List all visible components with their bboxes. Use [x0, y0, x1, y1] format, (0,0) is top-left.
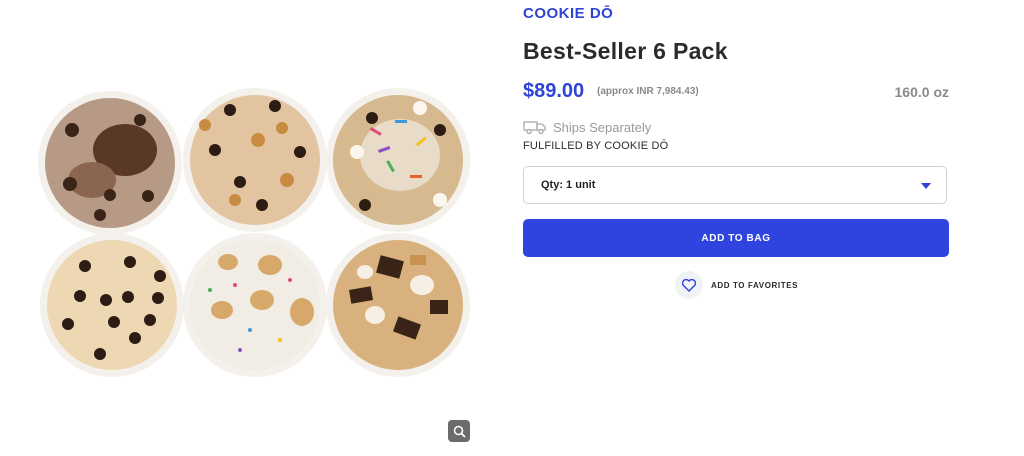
product-weight: 160.0 oz: [894, 84, 949, 100]
tub-animal-crackers: [183, 233, 327, 377]
price: $89.00: [523, 80, 585, 102]
product-image-six-tubs: [38, 88, 470, 377]
product-title: Best-Seller 6 Pack: [523, 38, 728, 64]
add-to-bag-button[interactable]: ADD TO BAG: [523, 219, 949, 257]
tub-chocolate-swirl: [38, 91, 182, 235]
brand-name[interactable]: COOKIE DŌ: [523, 5, 613, 22]
quantity-select[interactable]: Qty: 1 unit: [523, 166, 947, 204]
tub-sprinkles: [326, 88, 470, 232]
shipping-note: Ships Separately: [523, 118, 651, 136]
zoom-button[interactable]: [448, 420, 470, 442]
add-to-favorites-button[interactable]: ADD TO FAVORITES: [675, 270, 798, 300]
price-approx: (approx INR 7,984.43): [597, 86, 699, 97]
fulfilled-by: FULFILLED BY COOKIE DŌ: [523, 140, 669, 152]
quantity-select-value: Qty: 1 unit: [541, 179, 596, 191]
add-to-favorites-label: ADD TO FAVORITES: [711, 280, 799, 290]
magnifier-icon: [453, 425, 466, 438]
product-image-gallery[interactable]: [0, 0, 500, 456]
shipping-note-text: Ships Separately: [553, 119, 652, 135]
tub-smores: [326, 233, 470, 377]
tub-hazelnut-chip: [183, 88, 327, 232]
tub-chocolate-chip: [40, 233, 184, 377]
heart-icon-container: [675, 271, 703, 299]
price-row: $89.00 (approx INR 7,984.43) 160.0 oz: [523, 80, 949, 104]
heart-icon: [682, 278, 696, 292]
truck-icon: [523, 121, 546, 135]
chevron-down-icon: [921, 183, 931, 189]
